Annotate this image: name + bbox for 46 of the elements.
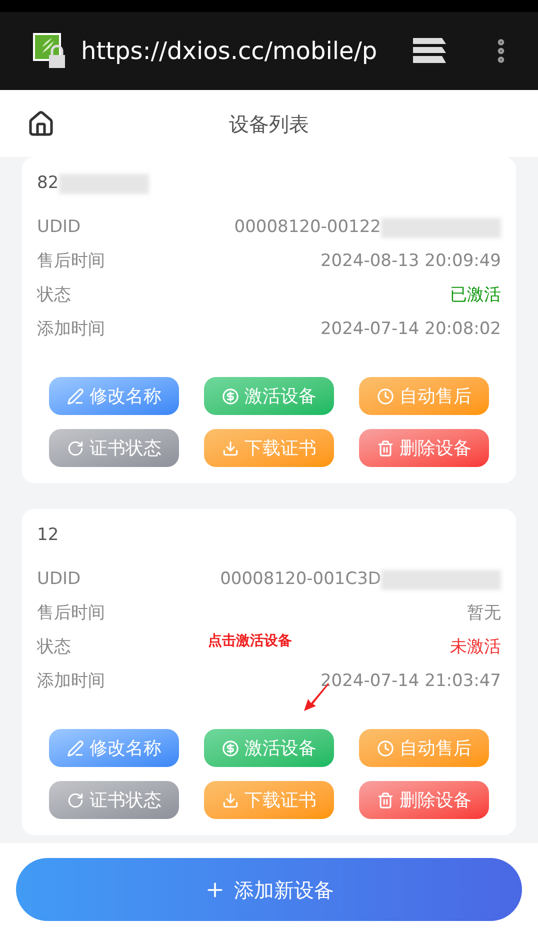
action-button[interactable]: 证书状态 xyxy=(49,429,179,467)
annotation-text: 点击激活设备 xyxy=(208,632,292,651)
action-button[interactable]: 证书状态 xyxy=(49,781,179,819)
field-value: 2024-08-13 20:09:49 xyxy=(320,250,501,274)
status-text: 已激活 xyxy=(450,284,501,308)
field-value: 2024-07-14 20:08:02 xyxy=(320,318,501,342)
refresh-icon xyxy=(66,440,84,456)
url-text[interactable]: https://dxios.cc/mobile/p xyxy=(81,33,378,69)
clock-icon xyxy=(376,740,394,756)
action-button[interactable]: 删除设备 xyxy=(359,781,489,819)
action-button[interactable]: 自动售后 xyxy=(359,377,489,415)
field-label: 状态 xyxy=(37,636,71,660)
field-value: 2024-07-14 21:03:47 xyxy=(320,670,501,694)
action-button[interactable]: 自动售后 xyxy=(359,729,489,767)
home-icon[interactable] xyxy=(27,110,55,138)
device-name: 82 xyxy=(37,172,59,196)
refresh-icon xyxy=(66,792,84,808)
field-label: UDID xyxy=(37,568,81,592)
field-value: 00008120-00122 xyxy=(234,216,381,240)
field-value: 暂无 xyxy=(467,602,501,626)
download-icon xyxy=(222,792,238,808)
field-label: 售后时间 xyxy=(37,602,105,626)
trash-icon xyxy=(376,792,394,808)
field-label: 添加时间 xyxy=(37,318,105,342)
status-text: 未激活 xyxy=(450,636,501,660)
device-name: 12 xyxy=(37,524,59,548)
field-value: 00008120-001C3D xyxy=(220,568,381,592)
action-button[interactable]: 修改名称 xyxy=(49,377,179,415)
clock-icon xyxy=(376,388,394,404)
page-title: 设备列表 xyxy=(229,110,309,138)
pencil-icon xyxy=(66,388,84,404)
action-button[interactable]: 修改名称 xyxy=(49,729,179,767)
action-button[interactable]: 下载证书 xyxy=(204,429,334,467)
action-button[interactable]: 删除设备 xyxy=(359,429,489,467)
action-button[interactable]: 激活设备 xyxy=(204,377,334,415)
action-button[interactable]: 下载证书 xyxy=(204,781,334,819)
field-label: UDID xyxy=(37,216,81,240)
field-label: 状态 xyxy=(37,284,71,308)
trash-icon xyxy=(376,440,394,456)
field-label: 售后时间 xyxy=(37,250,105,274)
pencil-icon xyxy=(66,740,84,756)
tabs-icon[interactable] xyxy=(412,37,448,65)
download-icon xyxy=(222,440,238,456)
field-label: 添加时间 xyxy=(37,670,105,694)
add-device-button[interactable]: 添加新设备 xyxy=(16,858,522,921)
action-button[interactable]: 激活设备 xyxy=(204,729,334,767)
